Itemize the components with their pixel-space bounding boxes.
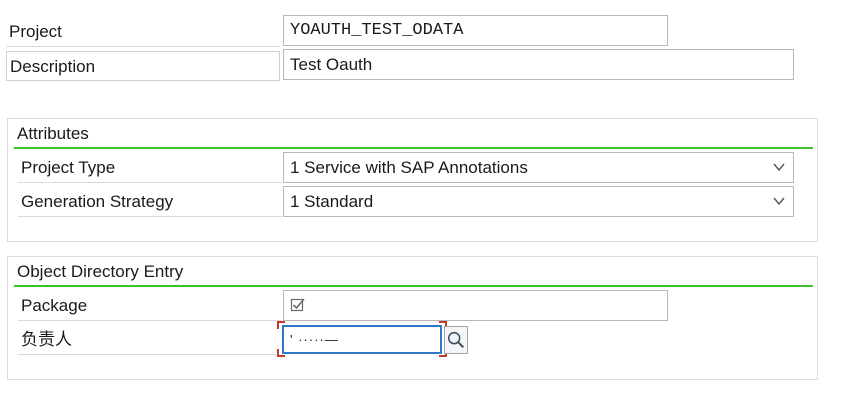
project-label: Project [6, 17, 280, 47]
chevron-down-icon[interactable] [773, 162, 785, 172]
responsible-field[interactable]: ' ·····— [282, 325, 442, 354]
object-directory-title: Object Directory Entry [17, 262, 184, 281]
search-magnifier-icon [447, 331, 465, 349]
description-label: Description [6, 51, 280, 81]
attributes-title: Attributes [17, 124, 89, 143]
project-field[interactable]: YOAUTH_TEST_ODATA [283, 15, 668, 46]
generation-strategy-dropdown[interactable]: 1 Standard [283, 186, 794, 217]
object-directory-title-rule [14, 285, 813, 287]
package-label: Package [18, 291, 282, 321]
package-field[interactable] [283, 290, 668, 321]
chevron-down-icon[interactable] [773, 196, 785, 206]
value-help-button[interactable] [444, 326, 468, 354]
generation-strategy-value: 1 Standard [290, 192, 374, 211]
generation-strategy-label: Generation Strategy [18, 187, 282, 217]
project-type-value: 1 Service with SAP Annotations [290, 158, 528, 177]
description-field[interactable]: Test Oauth [283, 49, 794, 80]
project-type-label: Project Type [18, 153, 282, 183]
project-type-dropdown[interactable]: 1 Service with SAP Annotations [283, 152, 794, 183]
checkbox-check-icon [290, 298, 305, 312]
attributes-title-rule [14, 147, 813, 149]
responsible-label: 负责人 [18, 325, 278, 355]
